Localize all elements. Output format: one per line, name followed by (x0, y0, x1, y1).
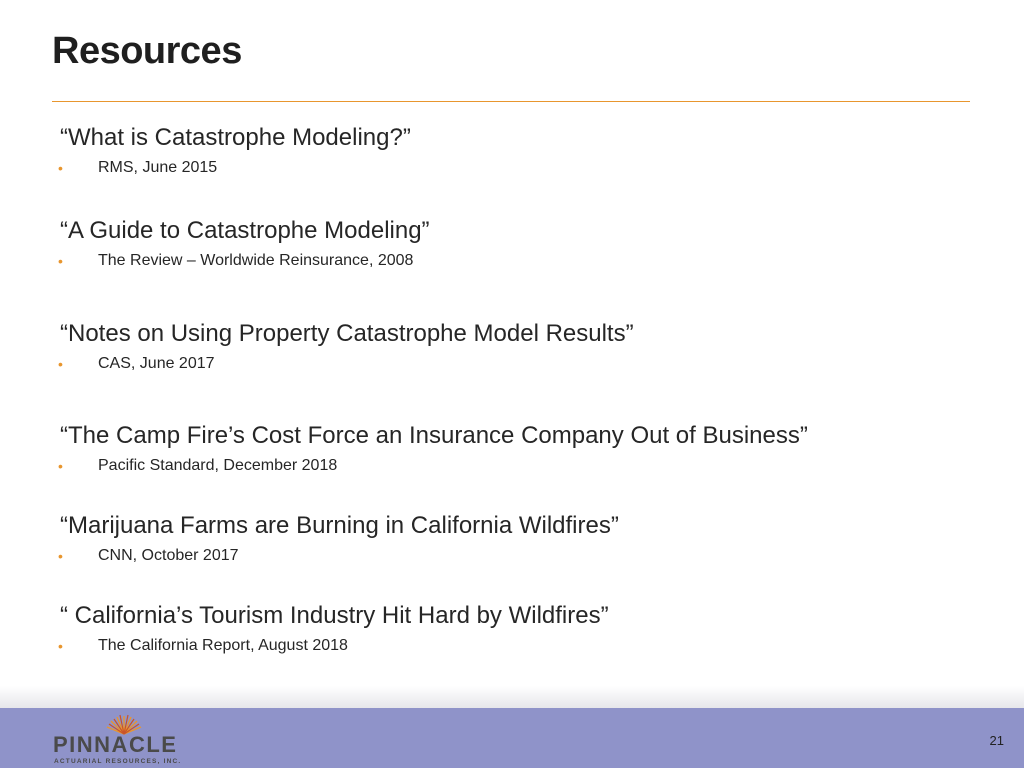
resource-source: CNN, October 2017 (98, 547, 239, 564)
resource-source-bullet: • The California Report, August 2018 (58, 636, 609, 656)
bullet-icon: • (58, 548, 63, 564)
bullet-icon: • (58, 253, 63, 269)
resource-item: “ California’s Tourism Industry Hit Hard… (58, 602, 609, 656)
resource-source: The Review – Worldwide Reinsurance, 2008 (98, 252, 414, 269)
resource-source: RMS, June 2015 (98, 159, 218, 176)
slide: Resources “What is Catastrophe Modeling?… (0, 0, 1024, 768)
resource-source-bullet: • CAS, June 2017 (58, 354, 634, 374)
footer-shadow (0, 686, 1024, 708)
resource-source: CAS, June 2017 (98, 355, 215, 372)
slide-footer: PINNACLE ACTUARIAL RESOURCES, INC. 21 (0, 708, 1024, 768)
bullet-icon: • (58, 356, 63, 372)
resource-title: “The Camp Fire’s Cost Force an Insurance… (60, 422, 808, 449)
resource-source-bullet: • CNN, October 2017 (58, 546, 619, 566)
resource-source-bullet: • RMS, June 2015 (58, 158, 411, 178)
resource-item: “The Camp Fire’s Cost Force an Insurance… (58, 422, 808, 476)
title-divider (52, 101, 970, 102)
resource-source-bullet: • Pacific Standard, December 2018 (58, 456, 808, 476)
logo-wordmark: PINNACLE (53, 732, 178, 757)
bullet-icon: • (58, 458, 63, 474)
resource-source-bullet: • The Review – Worldwide Reinsurance, 20… (58, 251, 430, 271)
logo-tagline: ACTUARIAL RESOURCES, INC. (54, 758, 182, 765)
resource-source: Pacific Standard, December 2018 (98, 457, 338, 474)
page-number: 21 (989, 733, 1004, 748)
resource-source: The California Report, August 2018 (98, 637, 348, 654)
resource-item: “A Guide to Catastrophe Modeling” • The … (58, 217, 430, 271)
resource-title: “What is Catastrophe Modeling?” (60, 124, 411, 151)
slide-title: Resources (52, 30, 242, 72)
resource-title: “Notes on Using Property Catastrophe Mod… (60, 320, 634, 347)
resource-title: “Marijuana Farms are Burning in Californ… (60, 512, 619, 539)
resource-item: “Marijuana Farms are Burning in Californ… (58, 512, 619, 566)
bullet-icon: • (58, 638, 63, 654)
resource-title: “ California’s Tourism Industry Hit Hard… (60, 602, 609, 629)
company-logo: PINNACLE ACTUARIAL RESOURCES, INC. (52, 714, 192, 768)
resource-item: “Notes on Using Property Catastrophe Mod… (58, 320, 634, 374)
bullet-icon: • (58, 160, 63, 176)
resource-item: “What is Catastrophe Modeling?” • RMS, J… (58, 124, 411, 178)
resource-title: “A Guide to Catastrophe Modeling” (60, 217, 430, 244)
